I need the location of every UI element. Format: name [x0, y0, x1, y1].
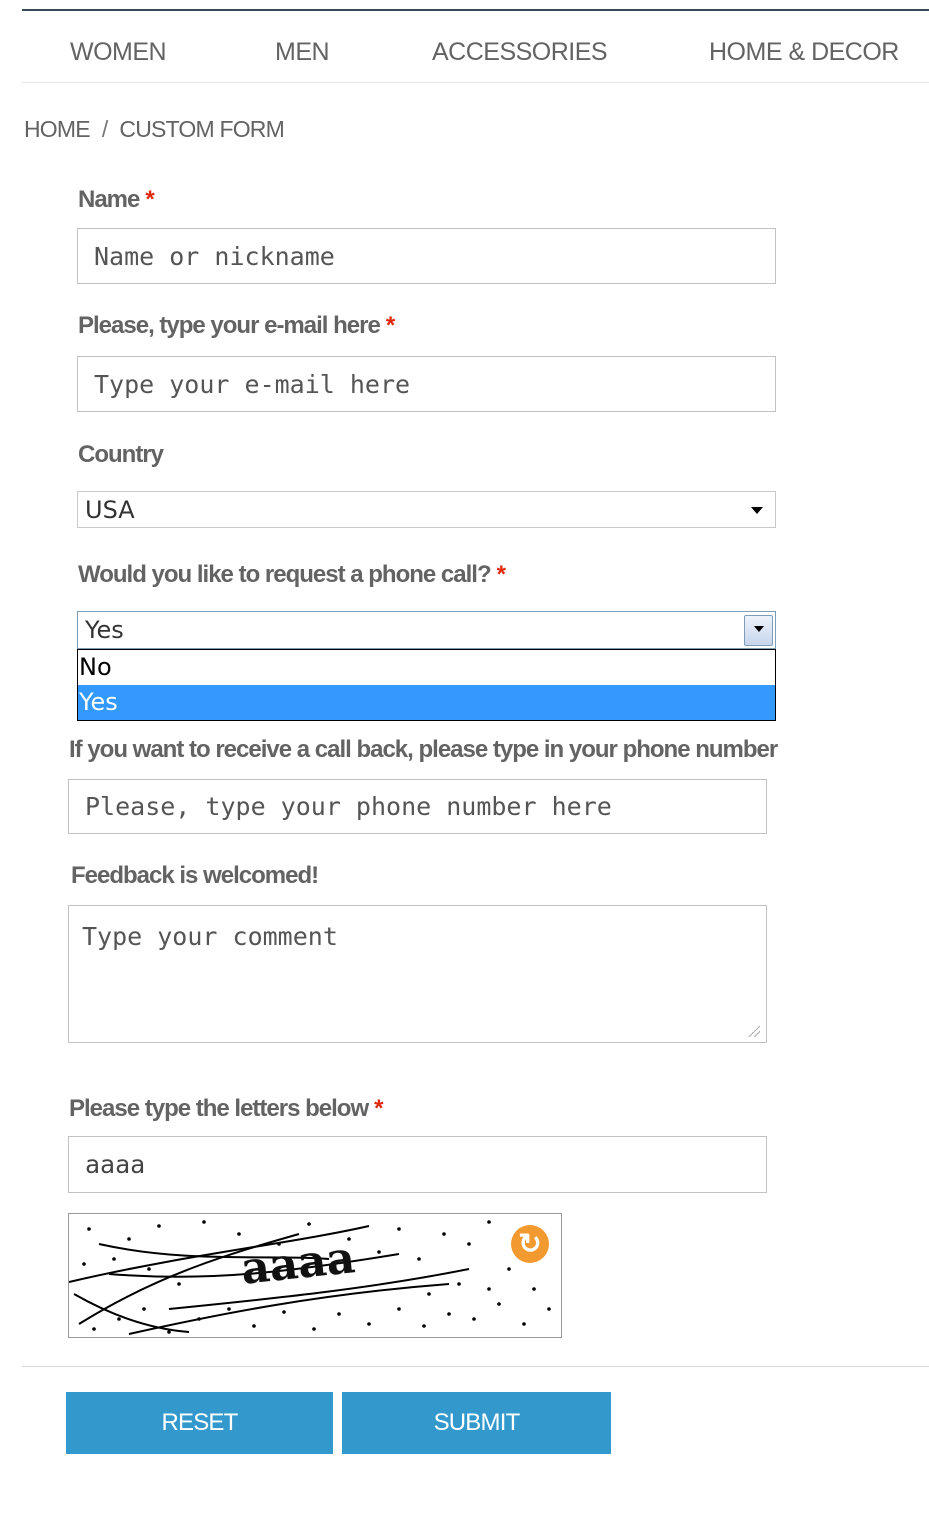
required-mark: *	[496, 561, 506, 588]
form-divider	[22, 1366, 929, 1367]
breadcrumb: HOME / CUSTOM FORM	[24, 116, 285, 143]
feedback-label: Feedback is welcomed!	[71, 862, 319, 889]
phone-call-label-text: Would you like to request a phone call?	[78, 561, 492, 588]
captcha-input-value: aaaa	[85, 1150, 146, 1179]
nav-item-men[interactable]: MEN	[275, 38, 330, 67]
submit-button[interactable]: SUBMIT	[342, 1392, 611, 1454]
country-select[interactable]: USA	[77, 491, 776, 528]
phone-input-placeholder: Please, type your phone number here	[85, 792, 612, 821]
dropdown-option-no[interactable]: No	[78, 650, 775, 685]
dropdown-option-yes[interactable]: Yes	[78, 685, 775, 720]
refresh-icon[interactable]: ↻	[511, 1225, 549, 1263]
main-navigation: WOMEN MEN ACCESSORIES HOME & DECOR	[22, 22, 929, 83]
required-mark: *	[145, 186, 154, 213]
required-mark: *	[385, 312, 395, 339]
required-mark: *	[374, 1095, 383, 1122]
resize-grip-icon[interactable]	[748, 1025, 760, 1037]
chevron-down-icon	[754, 626, 764, 632]
feedback-textarea[interactable]: Type your comment	[68, 905, 767, 1043]
breadcrumb-current: CUSTOM FORM	[119, 116, 284, 142]
name-label: Name *	[78, 186, 155, 214]
phone-call-select-value: Yes	[85, 616, 124, 644]
reset-button[interactable]: RESET	[66, 1392, 333, 1454]
phone-call-select[interactable]: Yes	[77, 611, 776, 649]
name-input[interactable]: Name or nickname	[77, 228, 776, 284]
email-input[interactable]: Type your e-mail here	[77, 356, 776, 412]
email-input-placeholder: Type your e-mail here	[94, 369, 411, 399]
name-label-text: Name	[78, 186, 140, 213]
email-label: Please, type your e-mail here *	[78, 312, 395, 340]
country-label: Country	[78, 441, 164, 468]
email-label-text: Please, type your e-mail here	[78, 312, 381, 339]
country-select-value: USA	[85, 495, 135, 524]
feedback-textarea-placeholder: Type your comment	[82, 922, 338, 951]
dropdown-button[interactable]	[744, 615, 773, 646]
nav-item-accessories[interactable]: ACCESSORIES	[432, 38, 608, 67]
nav-item-women[interactable]: WOMEN	[70, 38, 167, 67]
header-top-border	[22, 9, 929, 11]
chevron-down-icon	[751, 506, 763, 514]
phone-input[interactable]: Please, type your phone number here	[68, 779, 767, 834]
captcha-label-text: Please type the letters below	[69, 1095, 369, 1122]
nav-item-home-decor[interactable]: HOME & DECOR	[709, 38, 899, 67]
name-input-placeholder: Name or nickname	[94, 241, 335, 271]
captcha-input[interactable]: aaaa	[68, 1136, 767, 1193]
phone-label: If you want to receive a call back, plea…	[69, 736, 778, 763]
breadcrumb-home[interactable]: HOME	[24, 116, 91, 142]
captcha-label: Please type the letters below *	[69, 1095, 384, 1123]
breadcrumb-separator: /	[101, 116, 108, 142]
phone-call-dropdown-list: No Yes	[77, 649, 776, 721]
captcha-image: aaaa	[68, 1213, 562, 1338]
phone-call-label: Would you like to request a phone call? *	[78, 561, 506, 589]
